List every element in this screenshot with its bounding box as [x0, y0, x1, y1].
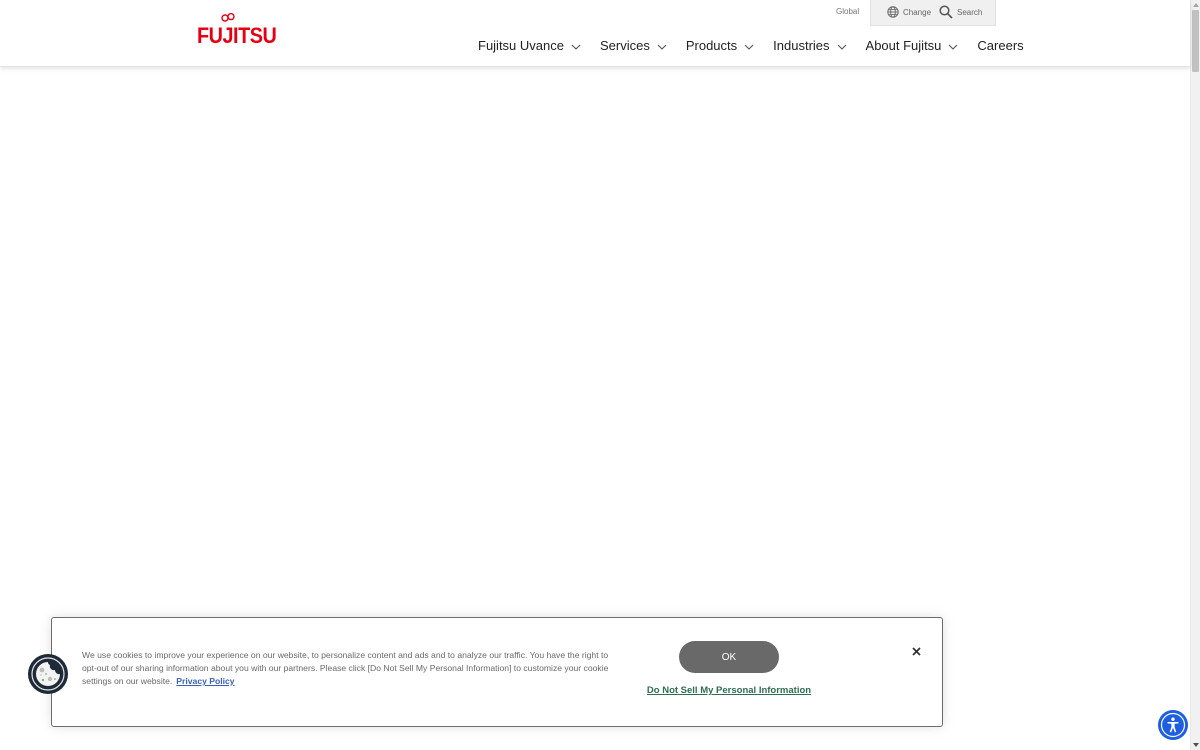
- vertical-scrollbar[interactable]: [1190, 0, 1200, 750]
- scroll-down-arrow[interactable]: [1193, 743, 1199, 747]
- nav-item-products[interactable]: Products: [686, 38, 754, 53]
- close-banner-button[interactable]: [909, 644, 923, 658]
- nav-label: Industries: [773, 38, 830, 53]
- cookie-settings-button[interactable]: [28, 654, 68, 694]
- nav-item-fujitsu-uvance[interactable]: Fujitsu Uvance: [478, 38, 581, 53]
- nav-item-about-fujitsu[interactable]: About Fujitsu: [866, 38, 959, 53]
- accessibility-icon: [1160, 712, 1186, 738]
- search-icon: [939, 5, 953, 19]
- nav-item-services[interactable]: Services: [600, 38, 667, 53]
- nav-item-careers[interactable]: Careers: [977, 38, 1023, 53]
- change-region-button[interactable]: Change: [887, 6, 931, 18]
- do-not-sell-link[interactable]: Do Not Sell My Personal Information: [646, 685, 812, 696]
- fujitsu-logo[interactable]: FUJITSU: [197, 13, 277, 49]
- cookie-notice-body: We use cookies to improve your experienc…: [82, 650, 609, 686]
- cookie-icon: [31, 657, 65, 691]
- accept-cookies-button[interactable]: OK: [679, 641, 779, 673]
- nav-label: About Fujitsu: [865, 38, 942, 53]
- change-label: Change: [903, 7, 932, 17]
- globe-icon: [887, 6, 899, 18]
- nav-label: Services: [599, 38, 650, 53]
- logo-text: FUJITSU: [197, 23, 277, 48]
- region-label: Global: [836, 7, 860, 16]
- chevron-down-icon: [949, 44, 958, 50]
- search-button[interactable]: Search: [939, 5, 982, 19]
- scroll-up-arrow[interactable]: [1193, 3, 1199, 7]
- close-icon: [911, 646, 921, 656]
- chevron-down-icon: [744, 44, 754, 50]
- cookie-notice-text: We use cookies to improve your experienc…: [82, 649, 622, 688]
- nav-label: Fujitsu Uvance: [478, 38, 564, 53]
- logo-infinity-icon: [221, 13, 235, 22]
- nav-item-industries[interactable]: Industries: [773, 38, 846, 53]
- cookie-consent-banner: We use cookies to improve your experienc…: [51, 617, 943, 727]
- chevron-down-icon: [657, 44, 667, 50]
- chevron-down-icon: [837, 44, 846, 50]
- nav-label: Careers: [977, 38, 1024, 53]
- search-label: Search: [957, 7, 983, 17]
- nav-label: Products: [685, 38, 738, 53]
- utility-bar: Change Search: [870, 0, 996, 26]
- site-header: FUJITSU Global Change Search Fujitsu Uva…: [0, 0, 1190, 67]
- scroll-thumb[interactable]: [1192, 10, 1199, 72]
- privacy-policy-link[interactable]: Privacy Policy: [176, 676, 234, 686]
- accessibility-button[interactable]: [1159, 711, 1187, 739]
- chevron-down-icon: [571, 44, 581, 50]
- main-nav: Fujitsu Uvance Services Products Industr…: [478, 38, 1024, 53]
